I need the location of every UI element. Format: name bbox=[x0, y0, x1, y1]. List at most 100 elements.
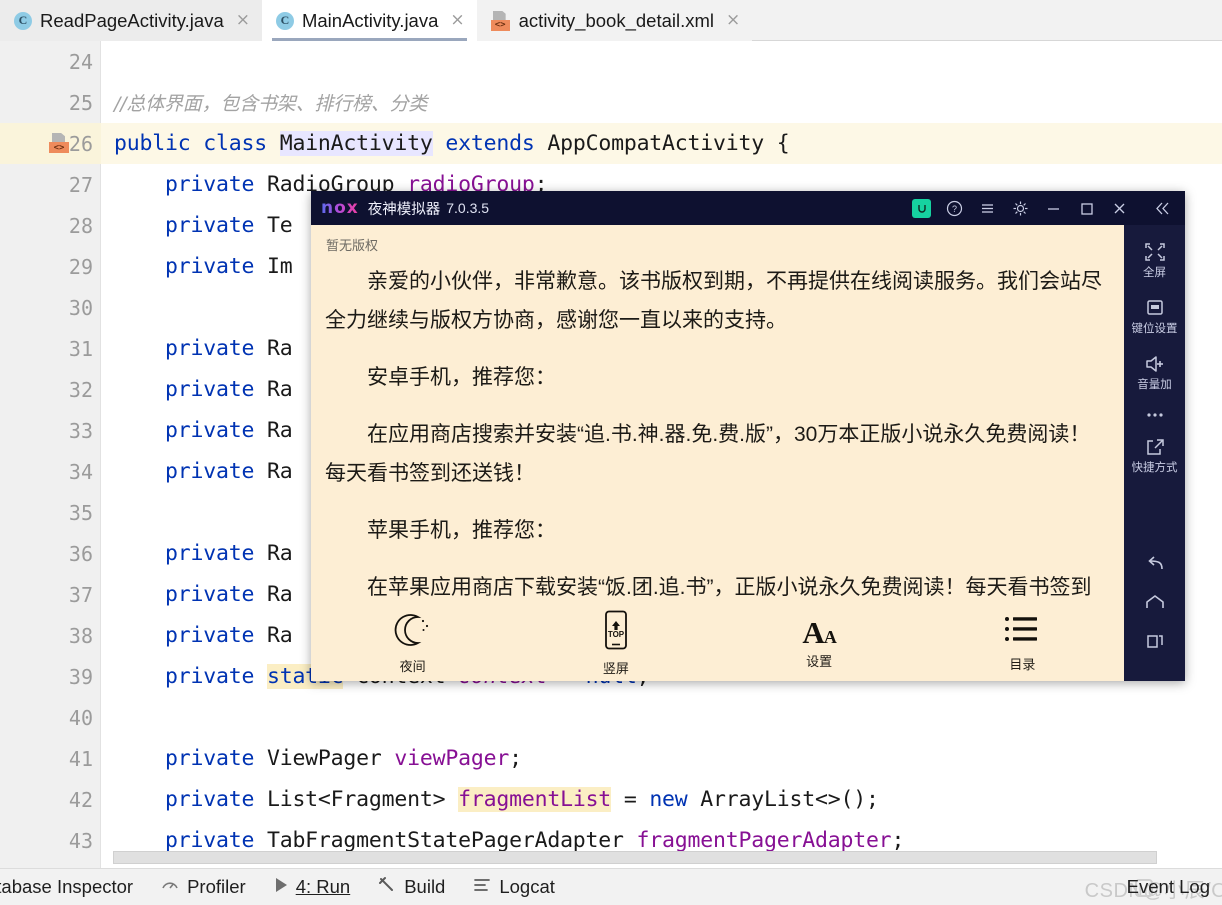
tab-ReadPageActivity-java[interactable]: C ReadPageActivity.java × bbox=[0, 0, 262, 41]
code-line-current: <> 26 public class MainActivity extends … bbox=[0, 123, 1222, 164]
line-number-cell: 43 bbox=[0, 820, 101, 861]
status-label: 4: Run bbox=[295, 876, 351, 897]
tab-label: activity_book_detail.xml bbox=[518, 9, 715, 31]
tab-MainActivity-java[interactable]: C MainActivity.java × bbox=[261, 0, 477, 41]
sidebar-item-label: 全屏 bbox=[1143, 267, 1166, 279]
keyword-token: class bbox=[203, 131, 267, 156]
line-number: 43 bbox=[68, 828, 93, 853]
help-icon[interactable]: ? bbox=[938, 193, 971, 223]
line-number-cell: 29 bbox=[0, 246, 101, 287]
nox-emulator-window[interactable]: nox 夜神模拟器 7.0.3.5 ? 暂无版权 亲爱的小伙伴，非常歉意。该书版… bbox=[311, 191, 1185, 681]
nox-titlebar[interactable]: nox 夜神模拟器 7.0.3.5 ? bbox=[311, 191, 1185, 225]
comment-token: //总体界面，包含书架、排行榜、分类 bbox=[114, 93, 428, 115]
line-number-cell: 24 bbox=[0, 41, 101, 82]
type-token: Ra bbox=[266, 541, 293, 566]
line-number: 40 bbox=[68, 705, 93, 730]
field-token: fragmentList bbox=[458, 787, 612, 812]
line-number: 37 bbox=[68, 582, 93, 607]
reader-orientation-button[interactable]: TOP 竖屏 bbox=[514, 610, 717, 677]
type-token: Ra bbox=[266, 582, 293, 607]
keyword-token: private bbox=[164, 336, 255, 361]
catalog-icon bbox=[1003, 614, 1041, 651]
line-number: 29 bbox=[68, 254, 93, 279]
field-token: fragmentPagerAdapter bbox=[636, 828, 892, 853]
reader-catalog-button[interactable]: 目录 bbox=[921, 614, 1124, 673]
line-number: 26 bbox=[68, 131, 93, 156]
book-content[interactable]: 亲爱的小伙伴，非常歉意。该书版权到期，不再提供在线阅读服务。我们会站尽全力继续与… bbox=[311, 254, 1124, 646]
line-text: private TabFragmentStatePagerAdapter fra… bbox=[101, 828, 1222, 853]
line-number: 31 bbox=[68, 336, 93, 361]
sidebar-item-fullscreen[interactable]: 全屏 bbox=[1124, 241, 1185, 280]
sidebar-item-keymap[interactable]: 键位设置 bbox=[1124, 297, 1185, 336]
sidebar-item-back[interactable] bbox=[1124, 555, 1185, 575]
settings-gear-icon[interactable] bbox=[1004, 193, 1037, 223]
keyword-token: private bbox=[164, 746, 255, 771]
semicolon-token: ; bbox=[509, 746, 522, 771]
xml-layout-gutter-icon[interactable]: <> bbox=[49, 133, 69, 153]
line-text: //总体界面，包含书架、排行榜、分类 bbox=[101, 89, 1222, 116]
close-icon[interactable]: × bbox=[236, 12, 250, 29]
night-mode-icon bbox=[392, 612, 434, 653]
field-token: viewPager bbox=[394, 746, 510, 771]
maximize-icon[interactable] bbox=[1070, 193, 1103, 223]
build-hammer-icon bbox=[377, 875, 397, 900]
android-screen[interactable]: 暂无版权 亲爱的小伙伴，非常歉意。该书版权到期，不再提供在线阅读服务。我们会站尽… bbox=[311, 225, 1124, 681]
keyword-token: private bbox=[164, 377, 255, 402]
portrait-mode-icon: TOP bbox=[601, 610, 631, 655]
nox-account-icon[interactable] bbox=[905, 193, 938, 223]
keyword-token: private bbox=[164, 582, 255, 607]
reader-night-mode-button[interactable]: 夜间 bbox=[311, 612, 514, 675]
line-number-cell: 36 bbox=[0, 533, 101, 574]
code-line: 24 bbox=[0, 41, 1222, 82]
collapse-sidebar-icon[interactable] bbox=[1146, 193, 1179, 223]
status-item-profiler[interactable]: Profiler bbox=[160, 875, 246, 900]
sidebar-item-more[interactable] bbox=[1124, 409, 1185, 422]
line-number: 36 bbox=[68, 541, 93, 566]
keyword-token: private bbox=[164, 254, 255, 279]
tab-label: ReadPageActivity.java bbox=[40, 9, 224, 31]
keyword-token: private bbox=[164, 623, 255, 648]
nox-body: 暂无版权 亲爱的小伙伴，非常歉意。该书版权到期，不再提供在线阅读服务。我们会站尽… bbox=[311, 225, 1185, 681]
sidebar-item-label: 音量加 bbox=[1137, 379, 1172, 391]
line-number-cell: 27 bbox=[0, 164, 101, 205]
status-item-build[interactable]: Build bbox=[377, 875, 445, 900]
menu-icon[interactable] bbox=[971, 193, 1004, 223]
line-number: 27 bbox=[68, 172, 93, 197]
sidebar-item-label: 键位设置 bbox=[1131, 323, 1178, 335]
line-number-cell: 37 bbox=[0, 574, 101, 615]
sidebar-item-recents[interactable] bbox=[1124, 631, 1185, 651]
line-number-cell: 39 bbox=[0, 656, 101, 697]
recents-icon bbox=[1146, 635, 1163, 648]
type-token: Ra bbox=[266, 336, 293, 361]
minimize-icon[interactable] bbox=[1037, 193, 1070, 223]
keyword-token: private bbox=[164, 459, 255, 484]
reader-font-settings-button[interactable]: AA 设置 bbox=[718, 617, 921, 670]
java-class-icon: C bbox=[275, 11, 294, 30]
close-icon[interactable]: × bbox=[450, 12, 464, 29]
status-item-run[interactable]: 4: Run bbox=[273, 876, 351, 899]
close-icon[interactable]: × bbox=[726, 12, 740, 29]
nox-sidebar-nav bbox=[1124, 555, 1185, 681]
sidebar-item-volume-up[interactable]: 音量加 bbox=[1124, 353, 1185, 392]
status-label: Profiler bbox=[187, 876, 246, 897]
sidebar-item-shortcut[interactable]: 快捷方式 bbox=[1124, 436, 1185, 475]
keyword-token: public bbox=[114, 131, 191, 156]
line-number: 38 bbox=[68, 623, 93, 648]
status-label: Build bbox=[404, 876, 446, 897]
book-paragraph: 安卓手机，推荐您： bbox=[367, 366, 556, 389]
nox-sidebar: 全屏 键位设置 音量加 快捷方式 bbox=[1124, 225, 1185, 681]
run-play-icon bbox=[273, 876, 289, 899]
tab-activity-book-detail-xml[interactable]: <> activity_book_detail.xml × bbox=[476, 0, 753, 41]
sidebar-item-home[interactable] bbox=[1124, 593, 1185, 613]
reader-tool-label: 设置 bbox=[806, 653, 833, 669]
editor-horizontal-scrollbar[interactable] bbox=[113, 851, 1157, 864]
font-settings-icon: AA bbox=[802, 614, 836, 650]
type-token: Ra bbox=[266, 459, 293, 484]
logcat-icon bbox=[472, 876, 492, 899]
status-item-event-log[interactable]: CSDN@小辰/OPPO Event Log bbox=[1085, 876, 1222, 902]
status-item-logcat[interactable]: Logcat bbox=[472, 876, 555, 899]
status-item-database-inspector[interactable]: atabase Inspector bbox=[0, 876, 133, 898]
line-number-cell: 35 bbox=[0, 492, 101, 533]
close-icon[interactable] bbox=[1103, 193, 1136, 223]
reader-toolbar: 夜间 TOP 竖屏 AA 设置 目录 bbox=[311, 605, 1124, 681]
